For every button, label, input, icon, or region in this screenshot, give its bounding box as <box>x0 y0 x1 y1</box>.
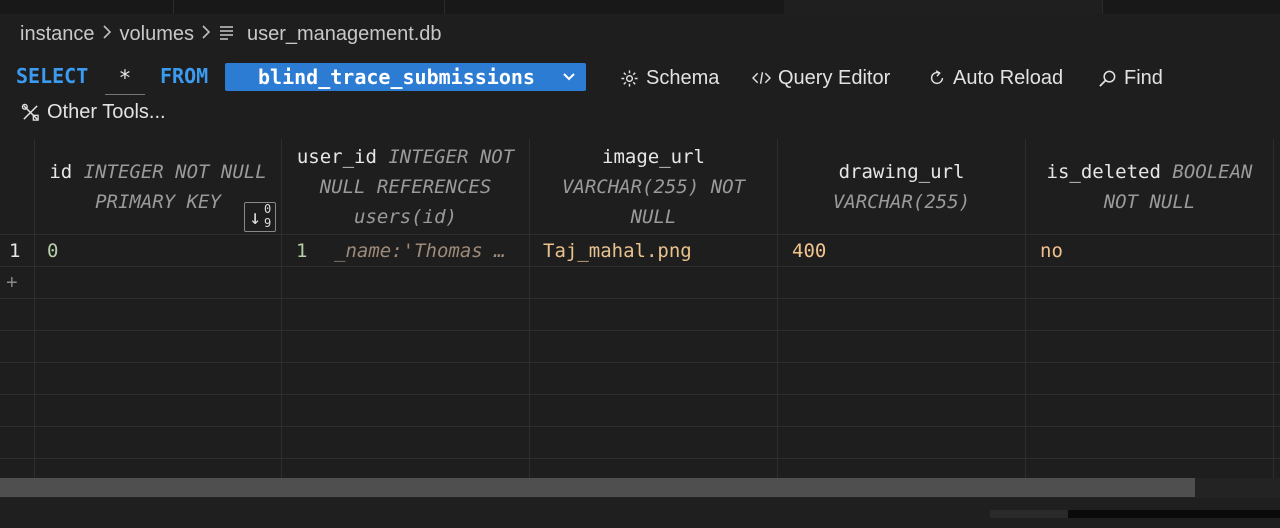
grid-divider <box>0 458 1280 459</box>
column-type: INTEGER NOT NULL <box>83 160 267 183</box>
grid-divider <box>1273 139 1274 478</box>
active-tab[interactable] <box>784 0 1102 14</box>
gear-icon <box>621 69 638 87</box>
grid-divider <box>0 330 1280 331</box>
from-keyword: FROM <box>160 64 209 88</box>
cell-drawing-url[interactable]: 400 <box>792 236 826 266</box>
row-number[interactable]: 1 <box>9 236 20 266</box>
sort-arrow-icon: ↓ <box>249 205 262 229</box>
file-lines-icon <box>219 23 237 46</box>
grid-divider <box>0 298 1280 299</box>
column-type: NULL REFERENCES <box>319 175 492 198</box>
bottom-panel <box>0 498 1280 528</box>
breadcrumb-volumes[interactable]: volumes <box>120 23 194 46</box>
chevron-down-icon <box>562 65 576 94</box>
column-type: VARCHAR(255) NOT <box>561 175 746 198</box>
cell-user-id[interactable]: 1 <box>296 236 307 266</box>
auto-reload-label: Auto Reload <box>953 66 1064 89</box>
other-tools-button[interactable]: Other Tools... <box>21 97 166 127</box>
column-name: image_url <box>602 145 705 168</box>
grid-divider <box>0 426 1280 427</box>
column-type: PRIMARY KEY <box>95 190 221 213</box>
grid-divider <box>0 234 1280 235</box>
column-type: users(id) <box>354 205 457 228</box>
column-name: user_id <box>296 145 377 168</box>
chevron-right-icon <box>102 23 112 46</box>
column-name: is_deleted <box>1046 160 1161 183</box>
cell-user-reference[interactable]: _name:'Thomas … <box>334 236 518 266</box>
panel-edge <box>990 510 1068 518</box>
column-type: INTEGER NOT <box>388 145 515 168</box>
tab-strip <box>0 0 1280 14</box>
column-type: VARCHAR(255) <box>832 190 971 213</box>
add-row-button[interactable]: + <box>6 268 18 298</box>
schema-label: Schema <box>646 66 720 89</box>
column-name: id <box>49 160 73 183</box>
column-type: BOOLEAN <box>1172 160 1253 183</box>
panel-edge <box>1068 510 1280 518</box>
tab-separator <box>1102 0 1103 14</box>
schema-button[interactable]: Schema <box>620 63 719 93</box>
column-header-is-deleted[interactable]: is_deleted BOOLEAN NOT NULL <box>1026 139 1273 234</box>
table-select-dropdown[interactable]: blind_trace_submissions <box>225 63 586 91</box>
column-header-user-id[interactable]: user_id INTEGER NOT NULL REFERENCES user… <box>282 139 529 234</box>
select-keyword: SELECT <box>16 64 89 88</box>
table-select-value: blind_trace_submissions <box>258 65 535 89</box>
query-editor-button[interactable]: Query Editor <box>752 63 890 93</box>
column-header-image-url[interactable]: image_url VARCHAR(255) NOT NULL <box>530 139 777 234</box>
cell-is-deleted[interactable]: no <box>1040 236 1063 266</box>
column-name: drawing_url <box>838 160 965 183</box>
sort-label-bottom: 9 <box>264 216 272 230</box>
column-type: NULL <box>630 205 677 228</box>
grid-divider <box>0 394 1280 395</box>
sort-button[interactable]: ↓ 0 9 <box>244 202 276 232</box>
column-header-drawing-url[interactable]: drawing_url VARCHAR(255) <box>778 139 1025 234</box>
find-label: Find <box>1124 66 1163 89</box>
breadcrumb-instance[interactable]: instance <box>20 23 95 46</box>
find-button[interactable]: Find <box>1098 63 1163 93</box>
column-type: NOT NULL <box>1103 190 1196 213</box>
grid-divider <box>0 362 1280 363</box>
refresh-icon <box>930 70 944 85</box>
data-grid: id INTEGER NOT NULL PRIMARY KEY user_id … <box>0 139 1280 478</box>
query-editor-label: Query Editor <box>778 66 891 89</box>
grid-divider <box>0 266 1280 267</box>
column-selector-input[interactable]: * <box>105 62 145 95</box>
breadcrumb-file[interactable]: user_management.db <box>247 23 442 46</box>
search-icon <box>1099 70 1116 87</box>
auto-reload-button[interactable]: Auto Reload <box>928 63 1063 93</box>
tools-icon <box>21 103 39 121</box>
tab-separator <box>444 0 445 14</box>
other-tools-label: Other Tools... <box>47 100 166 123</box>
breadcrumb: instance volumes user_management.db <box>20 20 442 48</box>
chevron-right-icon <box>201 23 211 46</box>
cell-id[interactable]: 0 <box>47 236 58 266</box>
scrollbar-thumb[interactable] <box>0 478 1195 497</box>
cell-image-url[interactable]: Taj_mahal.png <box>543 236 692 266</box>
code-icon <box>752 72 771 84</box>
tab-separator <box>173 0 174 14</box>
